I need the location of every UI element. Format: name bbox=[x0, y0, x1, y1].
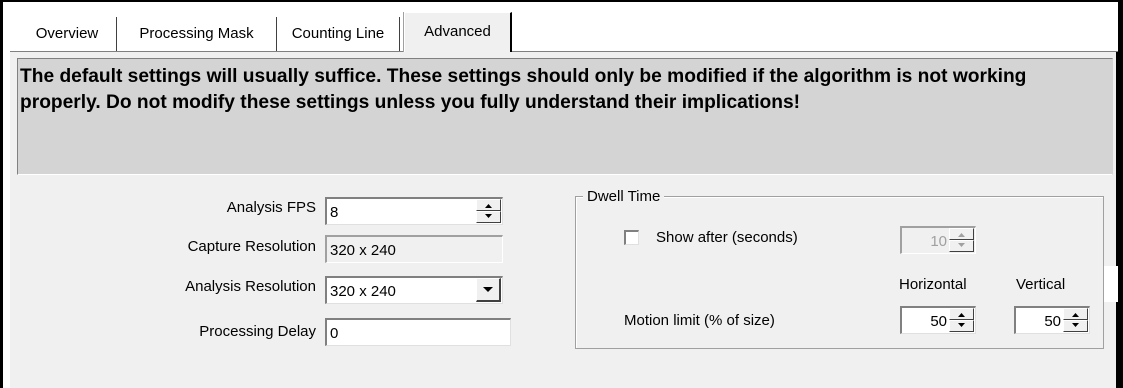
window-frame-top bbox=[0, 0, 1123, 2]
spin-down-arrow-icon bbox=[1072, 323, 1079, 327]
spin-up-button bbox=[949, 228, 974, 240]
tab-processing-mask[interactable]: Processing Mask bbox=[117, 17, 277, 51]
spin-down-button[interactable] bbox=[949, 320, 974, 332]
spin-down-arrow-icon bbox=[958, 243, 965, 247]
spin-down-arrow-icon bbox=[485, 214, 492, 218]
tab-overview[interactable]: Overview bbox=[18, 17, 117, 51]
spin-up-arrow-icon bbox=[958, 233, 965, 237]
analysis-resolution-label: Analysis Resolution bbox=[185, 278, 316, 295]
panel-shadow bbox=[1116, 52, 1118, 388]
capture-resolution-label: Capture Resolution bbox=[187, 238, 316, 255]
horizontal-header: Horizontal bbox=[899, 276, 967, 293]
spin-up-button[interactable] bbox=[949, 308, 974, 320]
spin-down-arrow-icon bbox=[958, 323, 965, 327]
window-frame-left bbox=[0, 0, 3, 388]
group-edge-highlight bbox=[1104, 266, 1118, 302]
processing-delay-label: Processing Delay bbox=[199, 323, 316, 340]
capture-resolution-value: 320 x 240 bbox=[330, 242, 396, 259]
horizontal-spin-buttons[interactable] bbox=[949, 308, 974, 332]
vertical-motion-value: 50 bbox=[1044, 313, 1061, 330]
vertical-header: Vertical bbox=[1016, 276, 1066, 293]
warning-text: The default settings will usually suffic… bbox=[20, 66, 1027, 113]
show-after-spinner: 10 bbox=[900, 226, 976, 254]
spin-down-button bbox=[949, 240, 974, 252]
window-frame-right bbox=[1118, 0, 1123, 388]
spin-up-button[interactable] bbox=[476, 199, 501, 211]
dwell-time-title: Dwell Time bbox=[583, 187, 665, 207]
processing-delay-input[interactable]: 0 bbox=[325, 318, 511, 346]
chevron-down-icon bbox=[483, 287, 493, 292]
spin-down-button[interactable] bbox=[476, 211, 501, 223]
show-after-label[interactable]: Show after (seconds) bbox=[656, 228, 798, 248]
analysis-resolution-value: 320 x 240 bbox=[330, 283, 396, 300]
analysis-fps-spinner[interactable]: 8 bbox=[325, 197, 503, 225]
analysis-fps-spin-buttons[interactable] bbox=[476, 199, 501, 223]
vertical-spin-buttons[interactable] bbox=[1063, 308, 1088, 332]
show-after-checkbox[interactable] bbox=[624, 230, 639, 245]
spin-up-arrow-icon bbox=[1072, 313, 1079, 317]
vertical-motion-spinner[interactable]: 50 bbox=[1014, 306, 1090, 334]
spin-down-button[interactable] bbox=[1063, 320, 1088, 332]
analysis-fps-value: 8 bbox=[330, 204, 339, 221]
analysis-fps-label: Analysis FPS bbox=[226, 199, 316, 216]
spin-up-arrow-icon bbox=[485, 204, 492, 208]
capture-resolution-field: 320 x 240 bbox=[325, 235, 503, 263]
horizontal-motion-spinner[interactable]: 50 bbox=[900, 306, 976, 334]
spin-up-button[interactable] bbox=[1063, 308, 1088, 320]
spin-up-arrow-icon bbox=[958, 313, 965, 317]
processing-delay-value: 0 bbox=[330, 325, 339, 342]
show-after-spin-buttons bbox=[949, 228, 974, 252]
tab-advanced[interactable]: Advanced bbox=[404, 12, 512, 52]
analysis-resolution-dropdown[interactable]: 320 x 240 bbox=[325, 276, 503, 304]
tab-counting-line[interactable]: Counting Line bbox=[277, 17, 400, 51]
motion-limit-label: Motion limit (% of size) bbox=[624, 312, 775, 329]
analysis-resolution-dropdown-button[interactable] bbox=[476, 278, 501, 302]
horizontal-motion-value: 50 bbox=[930, 313, 947, 330]
show-after-value: 10 bbox=[930, 233, 947, 250]
